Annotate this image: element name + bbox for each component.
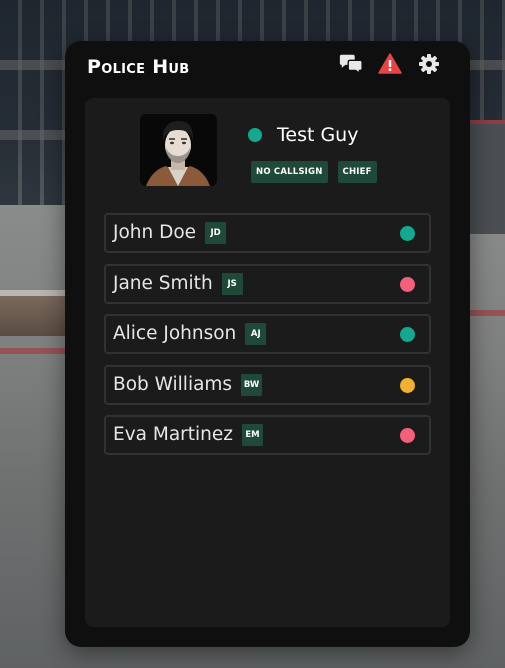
roster-row[interactable]: John Doe JD	[104, 213, 431, 253]
officer-status-dot	[400, 377, 415, 393]
background-curb	[0, 348, 70, 354]
roster-row[interactable]: Eva Martinez EM	[104, 415, 431, 455]
officer-name: Bob Williams	[113, 373, 233, 395]
roster-row[interactable]: Bob Williams BW	[104, 364, 431, 405]
officer-status-dot	[400, 327, 415, 342]
alert-icon[interactable]	[377, 52, 403, 76]
game-scene-background: Police Hub Test Guy NO CALLSIGN CHIEF Jo…	[0, 0, 505, 668]
officer-name: Alice Johnson	[113, 323, 237, 344]
callsign-tag: NO CALLSIGN	[251, 161, 328, 183]
settings-icon[interactable]	[416, 52, 442, 76]
officer-name: John Doe	[113, 222, 197, 243]
officer-name: Jane Smith	[113, 272, 213, 294]
officer-initials-badge: JD	[205, 222, 227, 244]
background-planter	[0, 290, 70, 336]
profile-tags: NO CALLSIGN CHIEF	[251, 161, 377, 183]
profile-status-dot	[248, 128, 262, 142]
panel-header: Police Hub	[65, 41, 470, 97]
avatar	[140, 114, 217, 186]
officer-status-dot	[400, 428, 415, 443]
officer-status-dot	[400, 226, 415, 241]
officer-status-dot	[400, 276, 415, 292]
background-wall	[465, 120, 505, 234]
officer-initials-badge: BW	[241, 373, 263, 396]
panel-body: Test Guy NO CALLSIGN CHIEF John Doe JD J…	[85, 98, 450, 627]
chat-icon[interactable]	[338, 52, 364, 76]
officer-name: Eva Martinez	[113, 424, 233, 445]
officer-initials-badge: JS	[221, 272, 243, 295]
profile-name: Test Guy	[277, 124, 359, 146]
rank-tag: CHIEF	[337, 161, 377, 183]
roster-row[interactable]: Alice Johnson AJ	[104, 314, 431, 354]
officer-initials-badge: AJ	[245, 323, 267, 345]
roster-row[interactable]: Jane Smith JS	[104, 263, 431, 304]
officer-initials-badge: EM	[241, 424, 263, 446]
officer-roster: John Doe JD Jane Smith JS Alice Johnson …	[104, 213, 431, 466]
police-hub-panel: Police Hub Test Guy NO CALLSIGN CHIEF Jo…	[65, 41, 470, 647]
panel-title: Police Hub	[87, 56, 190, 78]
background-curb	[470, 310, 505, 316]
